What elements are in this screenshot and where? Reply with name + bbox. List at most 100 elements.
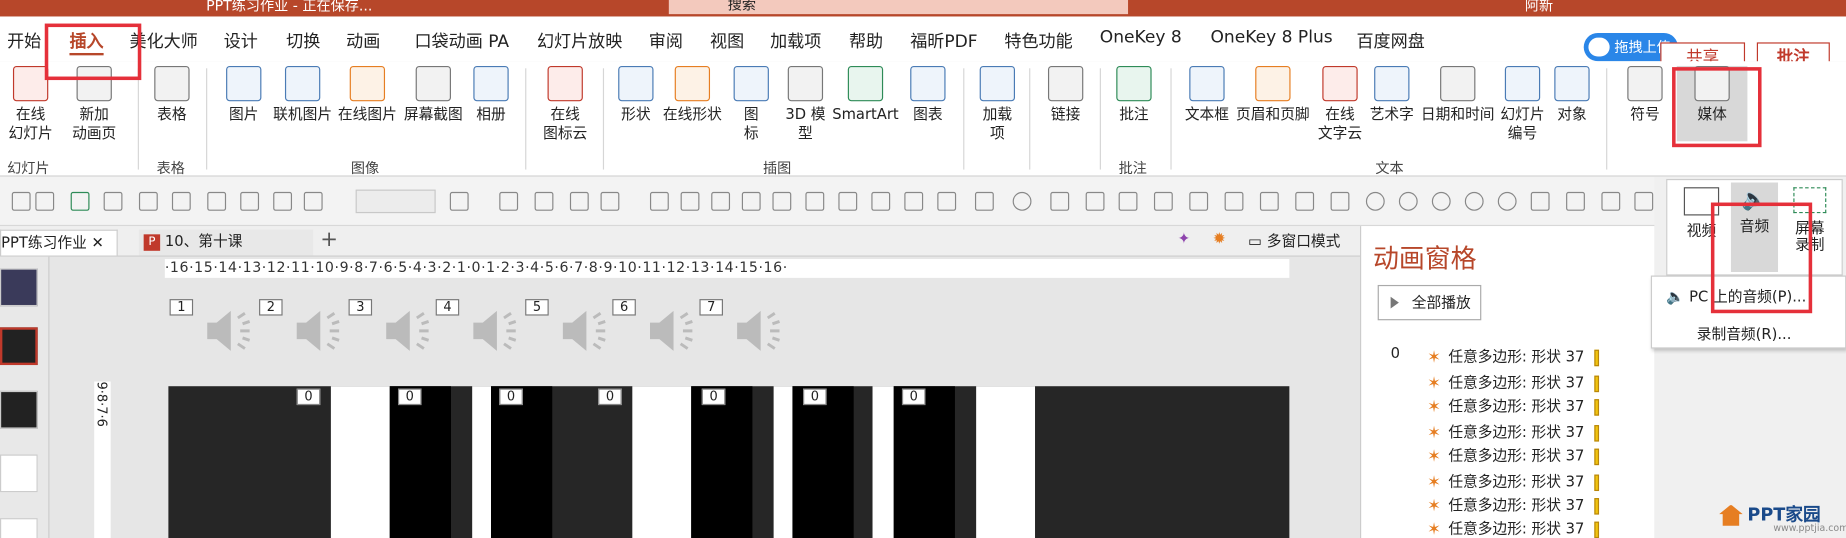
album-button[interactable]: 相册	[471, 65, 511, 124]
icon-cloud-button[interactable]: 在线 图标云	[539, 65, 591, 143]
speaker-icon[interactable]	[292, 304, 353, 358]
menu-item-record-audio[interactable]: 录制音频(R)...	[1697, 321, 1792, 343]
animation-item[interactable]: ✶ 任意多边形: 形状 37	[1427, 471, 1599, 492]
strikethrough-icon[interactable]	[569, 191, 589, 211]
white-key[interactable]	[472, 386, 492, 538]
header-footer-button[interactable]: 页眉和页脚	[1234, 65, 1312, 124]
speaker-icon[interactable]	[469, 304, 530, 358]
black-key[interactable]	[893, 386, 955, 538]
screenshot-button[interactable]: 屏幕截图	[400, 65, 466, 124]
distribute-icon[interactable]	[1118, 191, 1138, 211]
animation-item[interactable]: ✶ 任意多边形: 形状 37	[1427, 445, 1599, 466]
tab-home[interactable]: 开始	[7, 28, 41, 53]
web-picture-button[interactable]: 在线图片	[337, 65, 398, 124]
slide-thumbnail[interactable]	[0, 518, 38, 538]
tab-onekey-plus[interactable]: OneKey 8 Plus	[1210, 28, 1332, 47]
wordart-button[interactable]: 艺术字	[1367, 65, 1416, 124]
tab-features[interactable]: 特色功能	[1004, 28, 1072, 53]
speaker-icon[interactable]	[645, 304, 706, 358]
slide-thumbnail[interactable]	[0, 390, 38, 429]
black-key[interactable]	[792, 386, 854, 538]
box5-icon[interactable]	[974, 191, 994, 211]
spacing-icon[interactable]	[303, 191, 323, 211]
present-icon[interactable]	[171, 191, 191, 211]
animation-item[interactable]: ✶ 任意多边形: 形状 37	[1427, 346, 1599, 367]
shapes-button[interactable]: 形状	[615, 65, 657, 124]
tab-slideshow[interactable]: 幻灯片放映	[537, 28, 622, 53]
align-center-icon[interactable]	[680, 191, 700, 211]
box1-icon[interactable]	[838, 191, 858, 211]
symbol-button[interactable]: 符号	[1625, 65, 1665, 124]
tab-animations[interactable]: 动画	[346, 28, 380, 53]
add-tab-button[interactable]: +	[320, 227, 338, 252]
slide-number-button[interactable]: 幻灯片 编号	[1499, 65, 1546, 143]
align-right-icon[interactable]	[711, 191, 731, 211]
black-key[interactable]	[491, 386, 553, 538]
tab-help[interactable]: 帮助	[849, 28, 883, 53]
animation-item[interactable]: ✶ 任意多边形: 形状 37	[1427, 422, 1599, 443]
tab-pocket-animation[interactable]: 口袋动画 PA	[414, 28, 509, 53]
comment-insert-button[interactable]: 批注	[1114, 65, 1154, 124]
white-key[interactable]	[773, 386, 793, 538]
distribute6-icon[interactable]	[1295, 191, 1315, 211]
distribute5-icon[interactable]	[1259, 191, 1279, 211]
animation-item[interactable]: ✶ 任意多边形: 形状 37	[1427, 518, 1599, 538]
tab-foxit-pdf[interactable]: 福昕PDF	[910, 28, 977, 53]
merge-icon[interactable]	[1365, 191, 1385, 211]
table-button[interactable]: 表格	[151, 65, 193, 124]
distribute7-icon[interactable]	[1330, 191, 1350, 211]
redo-icon[interactable]	[35, 191, 55, 211]
addins-button[interactable]: 加载 项	[977, 65, 1017, 143]
white-key[interactable]	[330, 386, 390, 538]
merge5-icon[interactable]	[1497, 191, 1517, 211]
box7-icon[interactable]	[1085, 191, 1105, 211]
grow-font-icon[interactable]	[499, 191, 519, 211]
align-icon[interactable]	[70, 191, 90, 211]
tab-transitions[interactable]: 切换	[286, 28, 320, 53]
group4-icon[interactable]	[1634, 191, 1654, 211]
doc-tab-ppt-homework[interactable]: PPT练习作业 ✕	[0, 229, 118, 256]
tab-onekey[interactable]: OneKey 8	[1100, 28, 1182, 47]
multi-window-button[interactable]: ▭ 多窗口模式	[1248, 230, 1340, 254]
slide-thumbnail[interactable]	[0, 268, 38, 307]
word-cloud-button[interactable]: 在线 文字云	[1316, 65, 1363, 143]
bold-icon[interactable]	[273, 191, 293, 211]
white-key[interactable]	[872, 386, 894, 538]
box4-icon[interactable]	[937, 191, 957, 211]
black-key[interactable]	[389, 386, 451, 538]
list-icon[interactable]	[600, 191, 620, 211]
font-size-combo[interactable]	[355, 189, 436, 214]
date-time-button[interactable]: 日期和时间	[1419, 65, 1497, 124]
box2-icon[interactable]	[871, 191, 891, 211]
search-box[interactable]: 搜索	[668, 0, 1129, 15]
tab-design[interactable]: 设计	[224, 28, 258, 53]
black-key[interactable]	[691, 386, 753, 538]
undo-icon[interactable]	[11, 191, 31, 211]
icons-button[interactable]: 图 标	[730, 65, 772, 143]
slide-thumbnail[interactable]	[0, 454, 38, 493]
distribute3-icon[interactable]	[1189, 191, 1209, 211]
justify-icon[interactable]	[741, 191, 761, 211]
distribute4-icon[interactable]	[1224, 191, 1244, 211]
link-button[interactable]: 链接	[1046, 65, 1086, 124]
doc-tab-lesson-10[interactable]: P 10、第十课	[138, 229, 314, 256]
merge4-icon[interactable]	[1464, 191, 1484, 211]
group3-icon[interactable]	[1601, 191, 1621, 211]
online-picture-button[interactable]: 联机图片	[272, 65, 333, 124]
animation-item[interactable]: ✶ 任意多边形: 形状 37	[1427, 495, 1599, 516]
brush-icon[interactable]	[207, 191, 227, 211]
distribute2-icon[interactable]	[1153, 191, 1173, 211]
speaker-icon[interactable]	[732, 304, 793, 358]
sparkle-icon[interactable]: ✦	[1178, 231, 1191, 249]
box6-icon[interactable]	[1050, 191, 1070, 211]
font-color-icon[interactable]	[449, 191, 469, 211]
speaker-icon[interactable]	[382, 304, 443, 358]
piano-slide[interactable]	[168, 386, 1290, 538]
align-left-icon[interactable]	[649, 191, 669, 211]
play-all-button[interactable]: 全部播放	[1377, 284, 1482, 321]
box3-icon[interactable]	[904, 191, 924, 211]
chart-button[interactable]: 图表	[909, 65, 947, 124]
group2-icon[interactable]	[1566, 191, 1585, 211]
3d-model-button[interactable]: 3D 模 型	[782, 65, 829, 143]
group1-icon[interactable]	[1530, 191, 1550, 211]
